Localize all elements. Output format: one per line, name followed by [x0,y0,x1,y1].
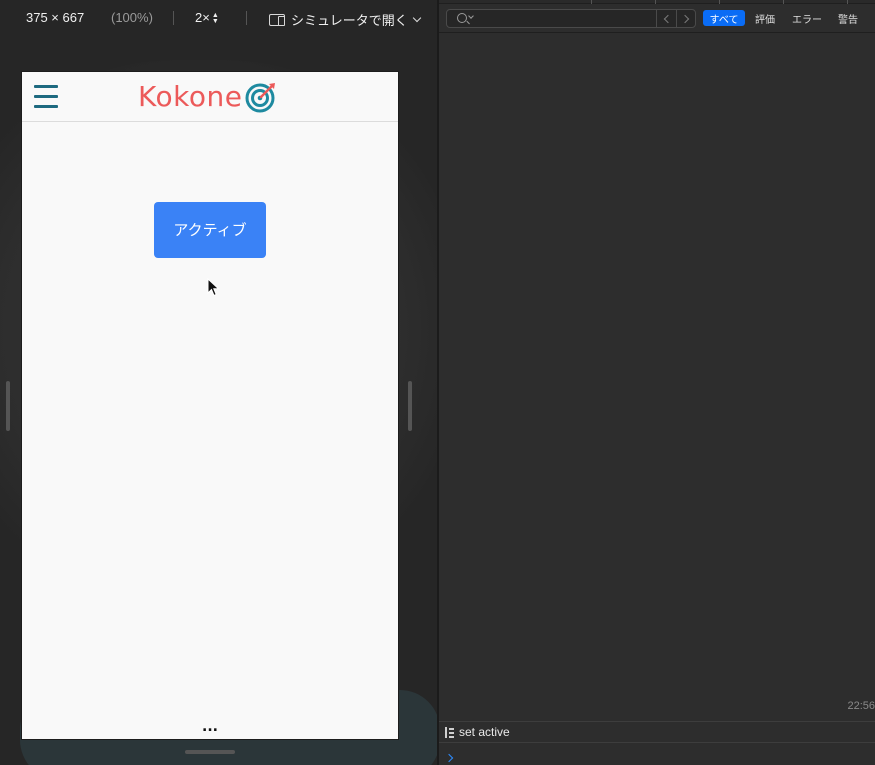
filter-warnings-button[interactable]: 警告 [834,10,862,26]
resize-handle-left[interactable] [6,381,10,431]
resize-handle-right[interactable] [408,381,412,431]
filter-all-button[interactable]: すべて [703,10,745,26]
filter-evaluations-button[interactable]: 評価 [751,10,779,26]
responsive-design-pane: 375 × 667 (100%) 2×▲▼ シミュレータで開く Kokone [0,0,437,765]
chevron-down-icon [412,13,421,22]
simulator-label: シミュレータで開く [291,13,408,28]
pixel-ratio-value: 2× [195,10,210,25]
console-prompt-input[interactable] [459,748,859,764]
more-indicator[interactable]: ... [202,720,218,734]
active-button[interactable]: アクティブ [154,202,266,258]
console-log-message[interactable]: set active [439,721,875,743]
console-pane: すべて 評価 エラー 警告 22:56 set active [439,0,875,765]
resize-handle-bottom[interactable] [185,750,235,754]
open-in-simulator-button[interactable]: シミュレータで開く [269,10,421,29]
target-icon [245,83,276,113]
log-message-text: set active [459,725,510,739]
logo-text: Kokone [138,80,243,113]
chevron-left-icon [663,14,673,23]
app-logo[interactable]: Kokone [138,81,277,113]
next-match-button[interactable] [676,10,696,27]
log-icon [445,727,454,738]
console-filter-bar: すべて 評価 エラー 警告 [439,4,875,33]
search-icon[interactable] [457,13,467,23]
toolbar-divider [246,11,247,25]
filter-errors-button[interactable]: エラー [787,10,827,26]
chevron-down-icon [468,13,474,19]
mouse-pointer-icon [207,278,220,297]
console-timestamp: 22:56 [847,700,875,712]
previous-match-button[interactable] [656,10,676,27]
hamburger-menu-icon[interactable] [34,85,58,108]
prompt-chevron-icon [444,753,454,763]
viewport-dimensions[interactable]: 375 × 667 [26,10,84,25]
updown-arrows-icon: ▲ ▼ [211,11,219,25]
console-prompt [439,743,875,765]
chevron-right-icon [680,14,690,23]
console-search-input[interactable] [475,10,655,27]
zoom-level: (100%) [111,10,153,25]
devices-icon [269,13,285,26]
app-header: Kokone [22,72,398,122]
responsive-toolbar: 375 × 667 (100%) 2× ▲ ▼ シミュレータで開く [0,0,437,36]
toolbar-divider [173,11,174,25]
console-search-box [446,9,696,28]
device-viewport: Kokone アクティブ ... [22,72,398,739]
pixel-ratio-selector[interactable]: 2× ▲ ▼ [195,10,219,25]
